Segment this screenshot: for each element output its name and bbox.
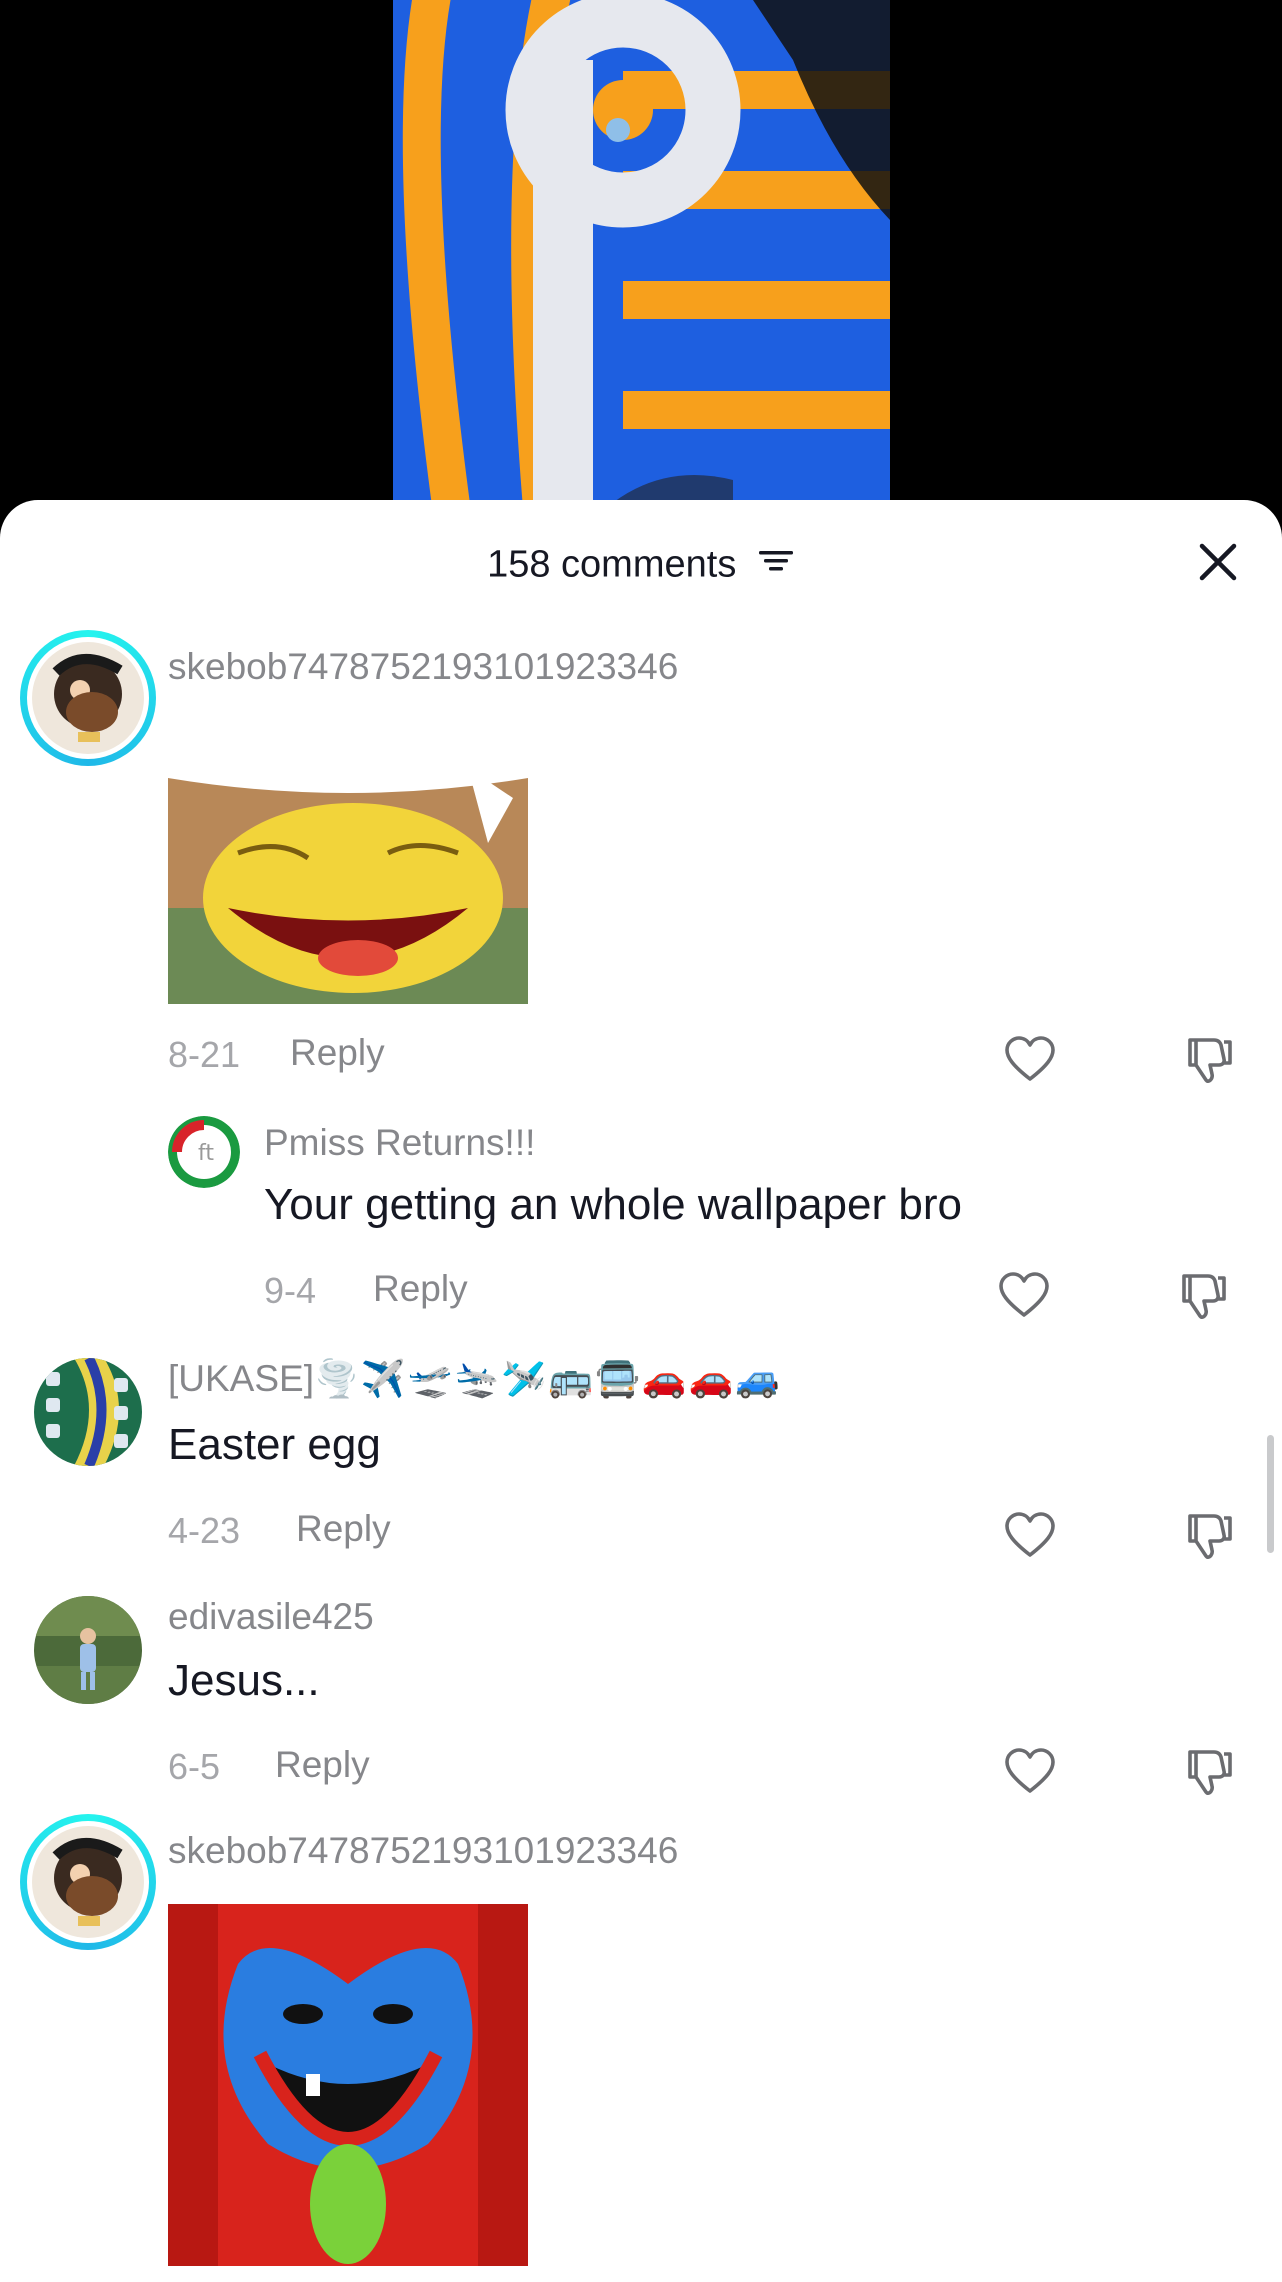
comment-sticker[interactable] (168, 1904, 528, 2266)
comment-date: 4-23 (168, 1510, 241, 1551)
avatar[interactable] (20, 1814, 156, 1950)
reply-button[interactable]: Reply (373, 1268, 468, 1310)
thumbs-down-icon[interactable] (1174, 1268, 1230, 1324)
thumbs-down-icon[interactable] (1180, 1508, 1236, 1564)
heart-icon[interactable] (996, 1268, 1052, 1324)
comment-username[interactable]: edivasile425 (168, 1596, 374, 1638)
comment-username[interactable]: [UKASE]🌪️✈️🛫🛬🛩️🚌🚍🚗🚗🚙 (168, 1358, 782, 1400)
username-emoji: 🌪️✈️🛫🛬🛩️🚌🚍🚗🚗🚙 (314, 1359, 783, 1400)
comment-item: edivasile425 Jesus... 6-5 Reply (0, 1590, 1282, 1810)
svg-text:ft: ft (198, 1141, 214, 1166)
comment-date: 8-21 (168, 1034, 241, 1075)
filter-icon[interactable] (757, 543, 795, 586)
comments-sheet: 158 comments skebob7478752193101923346 8… (0, 500, 1282, 2282)
comments-title[interactable]: 158 comments (0, 542, 1282, 586)
close-icon[interactable] (1194, 538, 1242, 586)
comment-sticker[interactable] (168, 758, 528, 1004)
comment-text: Your getting an whole wallpaper bro (264, 1180, 962, 1229)
comment-username[interactable]: Pmiss Returns!!! (264, 1122, 535, 1164)
avatar[interactable] (34, 1358, 142, 1466)
comment-date: 9-4 (264, 1270, 317, 1311)
avatar[interactable]: ft (168, 1116, 240, 1188)
scrollbar[interactable] (1267, 1435, 1274, 1553)
heart-icon[interactable] (1002, 1032, 1058, 1088)
video-player[interactable] (0, 0, 1282, 520)
avatar[interactable] (20, 630, 156, 766)
comment-date: 6-5 (168, 1746, 221, 1787)
avatar[interactable] (34, 1596, 142, 1704)
video-preview (393, 0, 890, 520)
reply-button[interactable]: Reply (275, 1744, 370, 1786)
comment-username[interactable]: skebob7478752193101923346 (168, 1830, 678, 1872)
thumbs-down-icon[interactable] (1180, 1744, 1236, 1800)
comments-header: 158 comments (0, 500, 1282, 630)
reply-button[interactable]: Reply (290, 1032, 385, 1074)
heart-icon[interactable] (1002, 1744, 1058, 1800)
thumbs-down-icon[interactable] (1180, 1032, 1236, 1088)
reply-button[interactable]: Reply (296, 1508, 391, 1550)
comment-item: skebob7478752193101923346 8-21 Reply (0, 628, 1282, 1088)
comment-text: Jesus... (168, 1656, 320, 1705)
comment-item: skebob7478752193101923346 (0, 1812, 1282, 2282)
comment-username[interactable]: skebob7478752193101923346 (168, 646, 678, 688)
comment-count: 158 comments (487, 543, 737, 586)
comment-item: [UKASE]🌪️✈️🛫🛬🛩️🚌🚍🚗🚗🚙 Easter egg 4-23 Rep… (0, 1352, 1282, 1572)
comment-item: ft Pmiss Returns!!! Your getting an whol… (0, 1110, 1282, 1320)
comment-text: Easter egg (168, 1420, 381, 1469)
heart-icon[interactable] (1002, 1508, 1058, 1564)
